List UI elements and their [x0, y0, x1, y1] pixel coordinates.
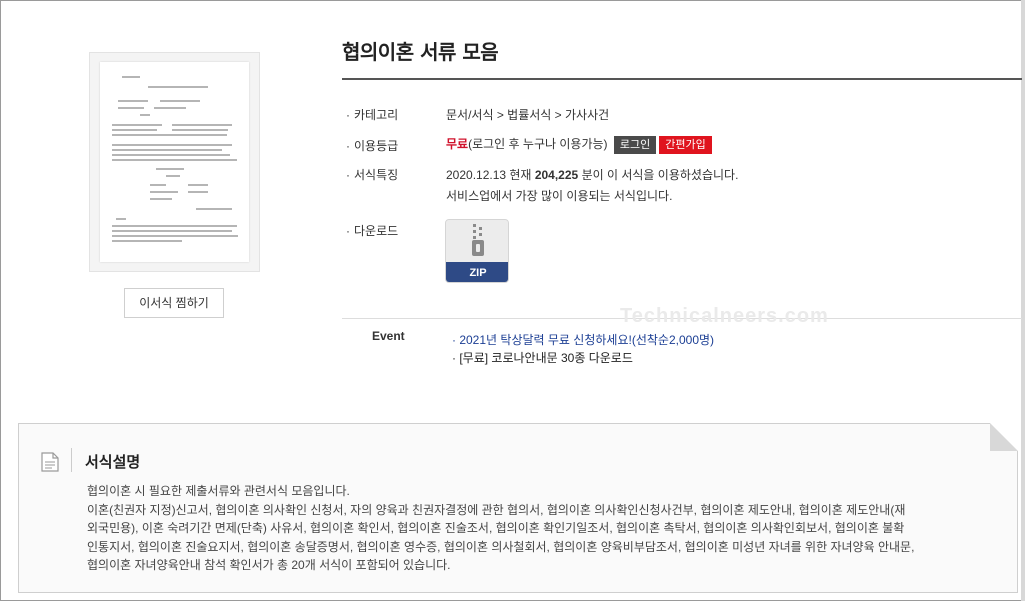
watermark: Technicalneers.com — [620, 305, 829, 327]
download-row-label: · 다운로드 — [346, 224, 399, 238]
page-title: 협의이혼 서류 모음 — [342, 40, 499, 64]
free-badge: 무료 — [446, 137, 469, 151]
event-item-calendar[interactable]: · 2021년 탁상달력 무료 신청하세요!(선착순2,000명) — [452, 331, 714, 348]
description-title: 서식설명 — [85, 453, 141, 471]
description-line: 협의이혼 자녀양육안내 참석 확인서가 총 20개 서식이 포함되어 있습니다. — [87, 558, 451, 572]
document-thumbnail[interactable] — [89, 52, 260, 272]
feature-row-label: · 서식특징 — [346, 168, 399, 182]
zip-label: ZIP — [446, 262, 508, 282]
grade-value: 무료(로그인 후 누구나 이용가능) 로그인 간편가입 — [446, 135, 712, 154]
category-row-label: · 카테고리 — [346, 108, 399, 122]
scrollbar[interactable] — [1021, 0, 1025, 601]
category-breadcrumb[interactable]: 문서/서식 > 법률서식 > 가사사건 — [446, 106, 609, 123]
document-icon — [41, 452, 59, 472]
event-label: Event — [372, 329, 405, 343]
zipper-icon — [472, 224, 484, 256]
join-button[interactable]: 간편가입 — [659, 135, 712, 154]
description-divider — [71, 448, 72, 472]
folded-corner — [990, 423, 1018, 451]
document-preview — [100, 62, 249, 262]
description-panel: 서식설명 협의이혼 시 필요한 제출서류와 관련서식 모음입니다. 이혼(친권자… — [18, 423, 1018, 593]
grade-note: (로그인 후 누구나 이용가능) — [468, 137, 608, 151]
event-item-corona[interactable]: · [무료] 코로나안내문 30종 다운로드 — [452, 349, 633, 366]
feature-line-1: 2020.12.13 현재 204,225 분이 이 서식을 이용하셨습니다. — [446, 166, 738, 183]
feature-date: 2020.12.13 현재 — [446, 168, 532, 182]
favorite-button[interactable]: 이서식 찜하기 — [124, 288, 224, 318]
description-line: 외국민용), 이혼 숙려기간 면제(단축) 사유서, 협의이혼 확인서, 협의이… — [87, 521, 905, 535]
usage-count: 204,225 — [534, 168, 579, 182]
description-line: 인통지서, 협의이혼 진술요지서, 협의이혼 송달증명서, 협의이혼 영수증, … — [87, 539, 915, 554]
grade-row-label: · 이용등급 — [346, 139, 399, 153]
feature-line-2: 서비스업에서 가장 많이 이용되는 서식입니다. — [446, 189, 673, 203]
description-line: 협의이혼 시 필요한 제출서류와 관련서식 모음입니다. — [87, 484, 350, 498]
description-line: 이혼(친권자 지정)신고서, 협의이혼 의사확인 신청서, 자의 양육과 친권자… — [87, 502, 906, 517]
feature-suffix: 분이 이 서식을 이용하셨습니다. — [581, 168, 739, 182]
zip-download-button[interactable]: ZIP — [445, 219, 509, 283]
login-button[interactable]: 로그인 — [613, 135, 657, 154]
title-divider — [342, 78, 1022, 80]
description-text: 협의이혼 시 필요한 제출서류와 관련서식 모음입니다. 이혼(친권자 지정)신… — [87, 482, 992, 575]
